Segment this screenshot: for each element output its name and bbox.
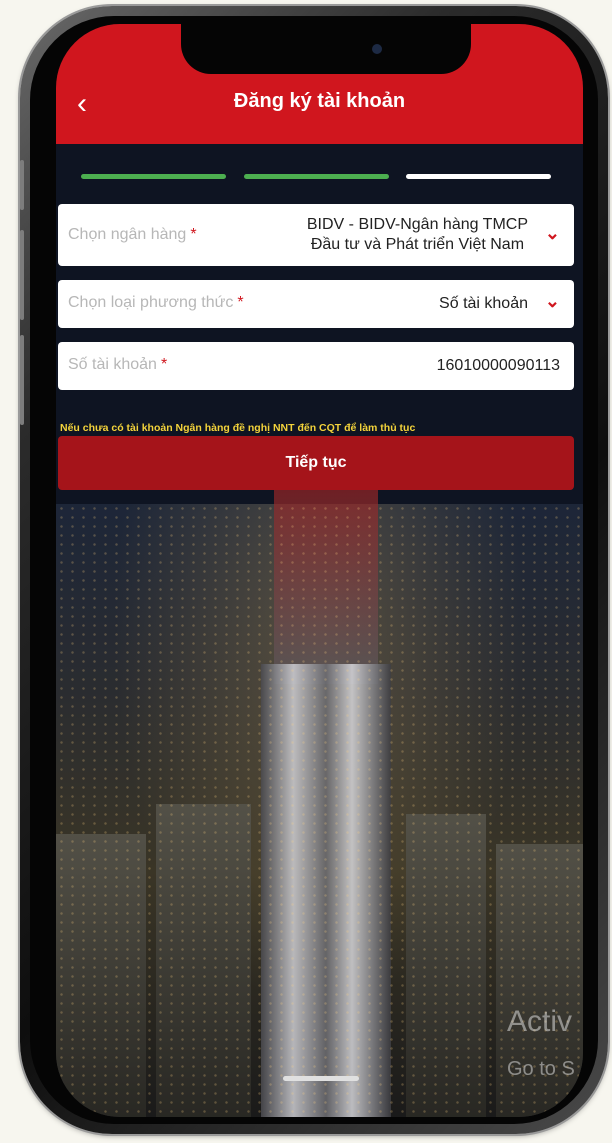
info-note: Nếu chưa có tài khoản Ngân hàng đề nghị … (60, 422, 416, 434)
method-select-value: Số tài khoản (439, 295, 528, 312)
chevron-down-icon: ⌄ (544, 223, 560, 243)
method-select-label: Chọn loại phương thức (68, 294, 234, 311)
required-mark: * (190, 226, 197, 243)
account-number-value: 16010000090113 (436, 357, 560, 374)
step-progress (81, 174, 551, 180)
continue-button[interactable]: Tiếp tục (58, 436, 574, 490)
app-screen: ‹ Đăng ký tài khoản Chọn ngân hàng * BIDV… (56, 24, 583, 1117)
activation-watermark-title: Activ (507, 1005, 573, 1038)
activation-watermark-subtitle: Go to S (507, 1058, 575, 1080)
chevron-left-icon: ‹ (77, 87, 87, 120)
back-button[interactable]: ‹ (66, 86, 98, 122)
bank-select-value-line2: Đầu tư và Phát triển Việt Nam (310, 236, 525, 253)
home-indicator[interactable] (283, 1076, 359, 1081)
method-select[interactable]: Chọn loại phương thức * Số tài khoản ⌄ (58, 280, 574, 328)
chevron-down-icon: ⌄ (544, 291, 560, 311)
front-camera (372, 44, 382, 54)
phone-side-button (20, 230, 24, 320)
background-city-image (56, 464, 583, 1117)
account-number-input[interactable]: Số tài khoản * 16010000090113 (58, 342, 574, 390)
bank-select-value-line1: BIDV - BIDV-Ngân hàng TMCP (306, 216, 528, 233)
phone-side-button (20, 335, 24, 425)
required-mark: * (160, 356, 168, 373)
page-title: Đăng ký tài khoản (233, 90, 406, 112)
step-2-indicator (244, 174, 389, 179)
bank-select-label: Chọn ngân hàng (68, 226, 187, 243)
phone-notch (181, 24, 471, 74)
step-1-indicator (81, 174, 226, 179)
bank-select[interactable]: Chọn ngân hàng * BIDV - BIDV-Ngân hàng TM… (58, 204, 574, 266)
account-number-label: Số tài khoản (68, 356, 157, 373)
phone-side-button (20, 160, 24, 210)
step-3-indicator (406, 174, 551, 179)
required-mark: * (237, 294, 244, 311)
